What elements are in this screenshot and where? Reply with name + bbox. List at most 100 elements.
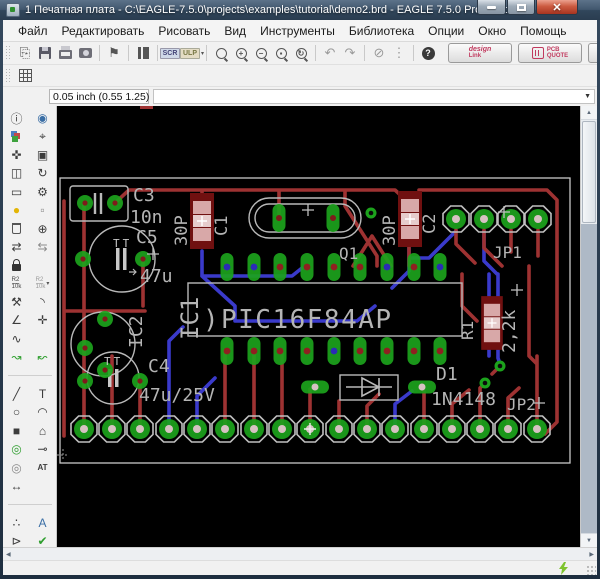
tool-polygon-icon[interactable]: ⌂ bbox=[30, 422, 56, 440]
tool-dimension-icon[interactable]: ↔ bbox=[4, 477, 30, 495]
tool-hole-icon[interactable]: ◎ bbox=[4, 458, 30, 476]
tool-replace-icon[interactable]: ⇆ bbox=[30, 238, 56, 256]
tool-cut-icon[interactable]: ● bbox=[4, 201, 30, 219]
menu-edit[interactable]: Редактировать bbox=[55, 22, 152, 40]
tool-optimize-icon[interactable]: ✛ bbox=[30, 311, 56, 329]
pcb-quote-button[interactable]: PCB QUOTE bbox=[518, 43, 582, 63]
zoom-in-icon[interactable]: + bbox=[232, 45, 250, 62]
undo-icon[interactable]: ↶ bbox=[321, 45, 339, 62]
tool-ratsnest-icon[interactable]: ∴ bbox=[4, 514, 30, 532]
tool-wire-icon[interactable]: ╱ bbox=[4, 385, 30, 403]
horizontal-scrollbar[interactable]: ◀ ▶ bbox=[3, 547, 597, 560]
svg-text:D1: D1 bbox=[436, 364, 458, 385]
tool-rotate-icon[interactable]: ↻ bbox=[30, 164, 56, 182]
vertical-scrollbar-thumb[interactable] bbox=[582, 121, 596, 223]
tool-change-icon[interactable]: ⚙ bbox=[30, 183, 56, 201]
idf-to-3d-button[interactable]: IDFTO 3D bbox=[588, 43, 597, 63]
redo-icon[interactable]: ↷ bbox=[341, 45, 359, 62]
stop-icon[interactable]: ⊘ bbox=[370, 45, 388, 62]
tool-group-icon[interactable]: ▭ bbox=[4, 183, 30, 201]
cam-processor-icon[interactable] bbox=[76, 45, 94, 62]
maximize-button[interactable] bbox=[507, 0, 535, 15]
tool-pinswap-icon[interactable]: ⇄ bbox=[4, 238, 30, 256]
tool-value-icon[interactable]: R2 10k ▾ bbox=[30, 275, 56, 293]
tool-autorouter-icon[interactable]: A bbox=[30, 514, 56, 532]
help-icon[interactable]: ? bbox=[419, 45, 437, 62]
pcb-drawing[interactable]: C3 10n 30P C1 C5 47u TT TT Q1 30P C2 JP1… bbox=[57, 106, 579, 547]
command-input[interactable] bbox=[154, 91, 582, 102]
tool-lock-icon[interactable] bbox=[4, 256, 30, 274]
toolbar-separator bbox=[413, 45, 414, 61]
zoom-select-icon[interactable]: ▪ bbox=[272, 45, 290, 62]
tool-mark-icon[interactable]: ⌖ bbox=[30, 127, 56, 145]
chevron-down-icon: ▾ bbox=[201, 50, 205, 57]
scroll-up-icon[interactable]: ▲ bbox=[581, 106, 597, 120]
drc-status-indicator[interactable] bbox=[558, 562, 569, 575]
tool-move-icon[interactable]: ✜ bbox=[4, 146, 30, 164]
close-button[interactable]: ✕ bbox=[536, 0, 578, 15]
menu-draw[interactable]: Рисовать bbox=[151, 22, 217, 40]
tool-ripup-icon[interactable]: ↜ bbox=[30, 348, 56, 366]
tool-show-icon[interactable]: ◉ bbox=[30, 109, 56, 127]
tool-mirror-icon[interactable]: ◫ bbox=[4, 164, 30, 182]
tool-split-icon[interactable]: ∠ bbox=[4, 311, 30, 329]
toolbar-separator bbox=[315, 45, 316, 61]
design-link-button[interactable]: design Link bbox=[448, 43, 512, 63]
tool-add-icon[interactable]: ⊕ bbox=[30, 219, 56, 237]
minimize-button[interactable] bbox=[477, 0, 506, 15]
tool-arc-icon[interactable]: ◠ bbox=[30, 403, 56, 421]
tool-copy-icon[interactable]: ▣ bbox=[30, 146, 56, 164]
tool-delete-icon[interactable] bbox=[4, 219, 30, 237]
resize-grip[interactable] bbox=[586, 565, 596, 575]
tool-smash-icon[interactable]: ⚒ bbox=[4, 293, 30, 311]
menu-view[interactable]: Вид bbox=[217, 22, 253, 40]
toolbar-separator bbox=[364, 45, 365, 61]
zoom-fit-icon[interactable] bbox=[212, 45, 230, 62]
tool-attribute-icon[interactable]: AT bbox=[30, 458, 56, 476]
run-script-icon[interactable]: SCR▾ bbox=[159, 45, 184, 62]
go-icon[interactable]: ⋮ bbox=[390, 45, 408, 62]
toolbar-drag-handle[interactable] bbox=[5, 67, 12, 84]
grid-settings-icon[interactable] bbox=[16, 67, 34, 84]
svg-text:PIC16F84AP: PIC16F84AP bbox=[221, 305, 393, 335]
svg-text:C4: C4 bbox=[148, 356, 170, 377]
zoom-redraw-icon[interactable]: ↻ bbox=[292, 45, 310, 62]
tool-meander-icon[interactable]: ∿ bbox=[4, 330, 30, 348]
tool-miter-icon[interactable]: ◝ bbox=[30, 293, 56, 311]
toolbar-drag-handle[interactable] bbox=[5, 45, 12, 61]
menu-library[interactable]: Библиотека bbox=[342, 22, 421, 40]
run-ulp-icon[interactable]: ULP ▾ bbox=[180, 45, 205, 62]
combobox-dropdown-icon[interactable]: ▼ bbox=[581, 93, 594, 100]
scroll-left-icon[interactable]: ◀ bbox=[6, 551, 11, 558]
menu-tools[interactable]: Инструменты bbox=[253, 22, 342, 40]
window-title: 1 Печатная плата - C:\EAGLE-7.5.0\projec… bbox=[25, 4, 525, 16]
tool-via-icon[interactable]: ◎ bbox=[4, 440, 30, 458]
tool-paste-icon[interactable]: ▫ bbox=[30, 201, 56, 219]
pcb-canvas[interactable]: C3 10n 30P C1 C5 47u TT TT Q1 30P C2 JP1… bbox=[57, 106, 580, 547]
save-icon[interactable] bbox=[36, 45, 54, 62]
app-icon bbox=[6, 3, 20, 17]
scroll-down-icon[interactable]: ▼ bbox=[581, 533, 597, 547]
open-board-icon[interactable]: ⎘ bbox=[16, 45, 34, 62]
print-icon[interactable] bbox=[56, 45, 74, 62]
ic1-pads-top bbox=[220, 253, 447, 281]
menu-options[interactable]: Опции bbox=[421, 22, 471, 40]
vertical-scrollbar[interactable]: ▲ ▼ bbox=[580, 106, 597, 547]
scroll-right-icon[interactable]: ▶ bbox=[589, 551, 594, 558]
menu-window[interactable]: Окно bbox=[471, 22, 513, 40]
menu-file[interactable]: Файл bbox=[11, 22, 55, 40]
menu-help[interactable]: Помощь bbox=[513, 22, 573, 40]
tool-circle-icon[interactable]: ○ bbox=[4, 403, 30, 421]
tool-text-icon[interactable]: T bbox=[30, 385, 56, 403]
command-combobox[interactable]: ▼ bbox=[153, 89, 595, 104]
vertical-scrollbar-trough[interactable] bbox=[581, 224, 597, 533]
tool-rect-icon[interactable]: ■ bbox=[4, 422, 30, 440]
tool-route-icon[interactable]: ↝ bbox=[4, 348, 30, 366]
switch-board-icon[interactable]: ⚑ bbox=[105, 45, 123, 62]
tool-signal-icon[interactable]: ⊸ bbox=[30, 440, 56, 458]
tool-display-icon[interactable] bbox=[4, 127, 30, 145]
zoom-out-icon[interactable]: − bbox=[252, 45, 270, 62]
tool-info-icon[interactable]: ⓘ bbox=[4, 109, 30, 127]
tool-name-icon[interactable]: R2 10k bbox=[4, 275, 30, 293]
library-icon[interactable] bbox=[134, 45, 152, 62]
